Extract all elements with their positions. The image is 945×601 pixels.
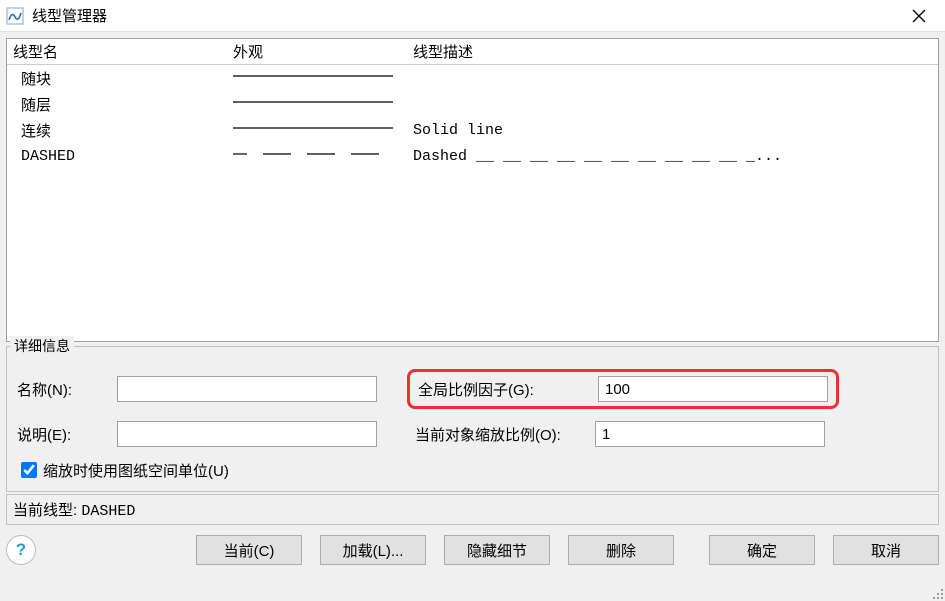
list-row[interactable]: DASHED Dashed __ __ __ __ __ __ __ __ __… [7,143,938,169]
column-header-appearance[interactable]: 外观 [233,41,413,62]
hide-details-button[interactable]: 隐藏细节 [444,535,550,565]
list-row[interactable]: 连续 Solid line [7,117,938,143]
list-row[interactable]: 随块 [7,65,938,91]
global-scale-highlight: 全局比例因子(G): [407,369,839,409]
resize-grip[interactable] [929,585,943,599]
description-label: 说明(E): [17,424,117,445]
current-linetype: 当前线型: DASHED [6,494,939,525]
titlebar: 线型管理器 [0,0,945,32]
linetype-name: 随层 [13,94,233,115]
linetype-appearance [233,120,413,140]
linetype-appearance [233,146,413,166]
name-input[interactable] [117,376,377,402]
current-linetype-value: DASHED [81,503,135,520]
use-paper-units-checkbox[interactable] [21,462,37,478]
list-row[interactable]: 随层 [7,91,938,117]
help-button[interactable]: ? [6,535,36,565]
column-header-name[interactable]: 线型名 [13,41,233,62]
linetype-name: 随块 [13,68,233,89]
linetype-appearance [233,94,413,114]
object-scale-input[interactable] [595,421,825,447]
linetype-appearance [233,68,413,88]
linetype-list[interactable]: 线型名 外观 线型描述 随块 随层 连续 Solid line [6,38,939,342]
details-legend: 详细信息 [10,336,74,356]
object-scale-label: 当前对象缩放比例(O): [415,424,595,445]
ok-button[interactable]: 确定 [709,535,815,565]
linetype-description: Solid line [413,122,938,139]
description-input[interactable] [117,421,377,447]
linetype-name: DASHED [13,148,233,165]
global-scale-input[interactable] [598,376,828,402]
details-group: 详细信息 名称(N): 全局比例因子(G): 说明(E): 当前对象缩放比例(O… [6,346,939,492]
close-button[interactable] [901,0,937,32]
button-bar: ? 当前(C) 加载(L)... 隐藏细节 删除 确定 取消 [6,535,939,565]
name-label: 名称(N): [17,379,117,400]
linetype-name: 连续 [13,120,233,141]
load-button[interactable]: 加载(L)... [320,535,426,565]
app-icon [6,7,24,25]
column-header-description[interactable]: 线型描述 [413,41,938,62]
current-button[interactable]: 当前(C) [196,535,302,565]
cancel-button[interactable]: 取消 [833,535,939,565]
window-title: 线型管理器 [32,5,107,26]
delete-button[interactable]: 删除 [568,535,674,565]
use-paper-units-label: 缩放时使用图纸空间单位(U) [43,460,229,481]
current-linetype-label: 当前线型: [13,502,77,519]
global-scale-label: 全局比例因子(G): [418,379,598,400]
list-header: 线型名 外观 线型描述 [7,39,938,65]
help-icon: ? [16,540,26,560]
linetype-description: Dashed __ __ __ __ __ __ __ __ __ __ _..… [413,148,938,165]
